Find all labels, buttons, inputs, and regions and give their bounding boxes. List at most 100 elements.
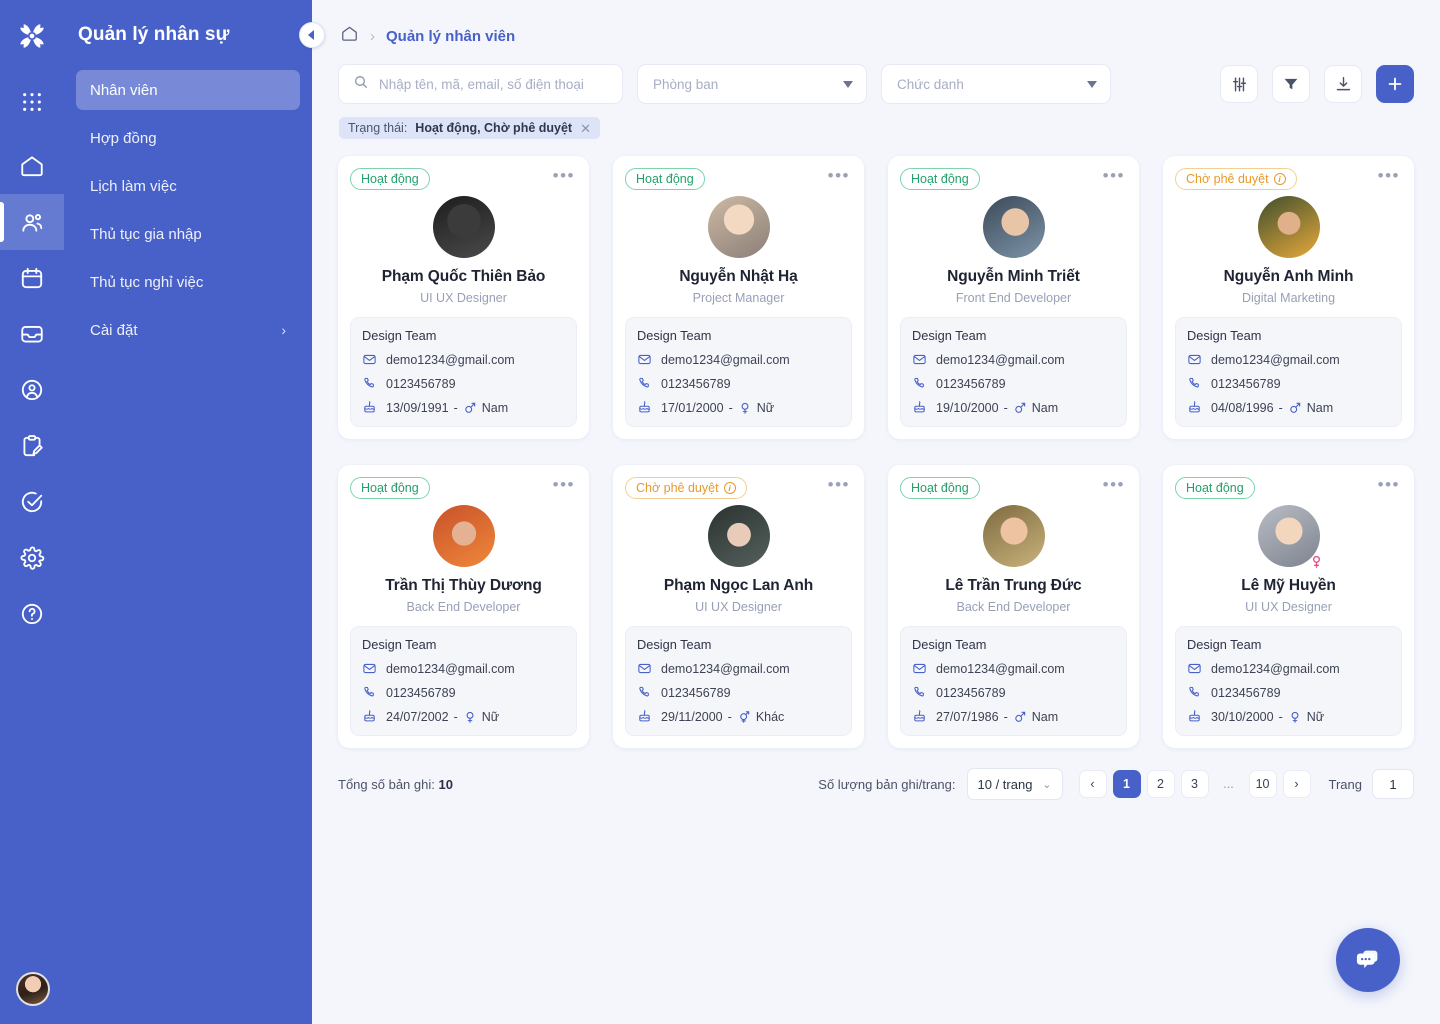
sidebar-item-cai-dat[interactable]: Cài đặt › (76, 310, 300, 350)
employee-team: Design Team (912, 637, 987, 652)
employee-card-grid: Hoạt động ••• Phạm Quốc Thiên Bảo UI UX Des… (312, 139, 1440, 748)
employee-birthday-row: 19/10/2000- Nam (912, 400, 1115, 415)
employee-birthday-row: 17/01/2000- Nữ (637, 400, 840, 415)
employee-details: Design Team demo1234@gmail.com 0123456789 1… (900, 317, 1127, 427)
card-menu-button[interactable]: ••• (1372, 167, 1402, 188)
birthday-gender-separator: - (1003, 709, 1008, 724)
pager-prev-button[interactable]: ‹ (1078, 770, 1107, 798)
card-menu-button[interactable]: ••• (1097, 167, 1127, 188)
sidebar-item-lich-lam-viec[interactable]: Lịch làm việc (76, 166, 300, 206)
search-box[interactable] (338, 64, 623, 104)
home-icon[interactable] (340, 24, 359, 48)
employee-email-row: demo1234@gmail.com (362, 661, 565, 676)
per-page-select[interactable]: 10 / trang ⌄ (966, 768, 1063, 800)
employee-card[interactable]: Chờ phê duyệt i ••• Phạm Ngọc Lan Anh UI UX … (613, 465, 864, 748)
rail-item-home[interactable] (0, 138, 64, 194)
employee-phone-row: 0123456789 (362, 685, 565, 700)
pager-page-3[interactable]: 3 (1180, 770, 1209, 798)
search-input[interactable] (379, 76, 608, 92)
avatar-wrapper (625, 196, 852, 258)
employee-name: Phạm Ngọc Lan Anh (663, 577, 814, 594)
rail-item-tasks[interactable] (0, 418, 64, 474)
chevron-right-icon: › (281, 322, 286, 338)
download-button[interactable] (1324, 65, 1362, 103)
department-select[interactable]: Phòng ban (637, 64, 867, 104)
card-menu-button[interactable]: ••• (547, 476, 577, 497)
sidebar-item-thu-tuc-nghi-viec[interactable]: Thủ tục nghỉ việc (76, 262, 300, 302)
avatar-wrapper (1175, 196, 1402, 258)
card-menu-button[interactable]: ••• (547, 167, 577, 188)
sidebar-collapse-button[interactable] (299, 22, 325, 48)
close-icon[interactable]: ✕ (580, 122, 591, 135)
employee-card[interactable]: Chờ phê duyệt i ••• Nguyễn Anh Minh Digital … (1163, 156, 1414, 439)
employee-name: Trần Thị Thùy Dương (385, 577, 542, 594)
mail-icon (363, 663, 376, 674)
rail-item-inbox[interactable] (0, 306, 64, 362)
birthday-cake-icon (639, 401, 650, 413)
employee-phone-row: 0123456789 (1187, 685, 1390, 700)
job-title-select[interactable]: Chức danh (881, 64, 1111, 104)
rail-item-calendar[interactable] (0, 250, 64, 306)
phone-icon (914, 377, 924, 388)
employee-gender: Nữ (756, 400, 775, 415)
info-icon[interactable]: i (1273, 173, 1286, 185)
employee-birthday: 29/11/2000 (661, 709, 723, 724)
birthday-cake-icon (914, 710, 925, 722)
phone-icon (364, 686, 374, 697)
pager-next-button[interactable]: › (1282, 770, 1311, 798)
pager-ellipsis: ... (1223, 777, 1234, 791)
card-menu-button[interactable]: ••• (1372, 476, 1402, 497)
status-badge: Hoạt động (1175, 477, 1255, 499)
pager-page-1[interactable]: 1 (1112, 770, 1141, 798)
sidebar-item-label: Cài đặt (90, 321, 138, 339)
avatar[interactable] (16, 972, 50, 1006)
status-badge: Hoạt động (350, 477, 430, 499)
apps-grid-icon[interactable] (10, 82, 54, 122)
sidebar-item-hop-dong[interactable]: Hợp đồng (76, 118, 300, 158)
employee-card[interactable]: Hoạt động ••• Lê Trần Trung Đức Back End De… (888, 465, 1139, 748)
pager-page-10[interactable]: 10 (1248, 770, 1277, 798)
rail-item-people[interactable] (0, 194, 64, 250)
filter-button[interactable] (1272, 65, 1310, 103)
employee-card[interactable]: Hoạt động ••• Lê Mỹ Huyền UI UX Designer Des… (1163, 465, 1414, 748)
employee-email-row: demo1234@gmail.com (1187, 352, 1390, 367)
status-filter-chip[interactable]: Trạng thái: Hoạt động, Chờ phê duyệt ✕ (339, 117, 600, 139)
employee-role: Digital Marketing (1241, 291, 1336, 305)
sidebar-item-nhan-vien[interactable]: Nhân viên (76, 70, 300, 110)
employee-card[interactable]: Hoạt động ••• Phạm Quốc Thiên Bảo UI UX Des… (338, 156, 589, 439)
status-badge: Chờ phê duyệt i (1175, 168, 1297, 190)
card-menu-button[interactable]: ••• (822, 476, 852, 497)
card-header: Hoạt động ••• (350, 476, 577, 499)
employee-card[interactable]: Hoạt động ••• Nguyễn Nhật Hạ Project Manage… (613, 156, 864, 439)
rail-item-help[interactable] (0, 586, 64, 642)
employee-gender: Nam (1306, 400, 1334, 415)
employee-gender: Khác (755, 709, 785, 724)
employee-avatar (432, 505, 495, 567)
employee-card[interactable]: Hoạt động ••• Nguyễn Minh Triết Front End D… (888, 156, 1139, 439)
employee-role: Back End Developer (956, 600, 1071, 614)
column-settings-button[interactable] (1220, 65, 1258, 103)
rail-item-profile[interactable] (0, 362, 64, 418)
chat-fab-button[interactable] (1336, 928, 1400, 992)
pager-page-2[interactable]: 2 (1146, 770, 1175, 798)
info-icon[interactable]: i (723, 482, 736, 494)
add-employee-button[interactable] (1376, 65, 1414, 103)
card-header: Chờ phê duyệt i ••• (1175, 167, 1402, 190)
employee-avatar (707, 505, 770, 567)
employee-card[interactable]: Hoạt động ••• Trần Thị Thùy Dương Back End … (338, 465, 589, 748)
employee-avatar (432, 196, 495, 258)
sidebar-item-thu-tuc-gia-nhap[interactable]: Thủ tục gia nhập (76, 214, 300, 254)
rail-item-settings[interactable] (0, 530, 64, 586)
chip-value: Hoạt động, Chờ phê duyệt (415, 121, 573, 135)
breadcrumb-current[interactable]: Quản lý nhân viên (386, 28, 515, 45)
mail-icon (363, 354, 376, 365)
chevron-down-icon: ⌄ (1042, 778, 1052, 791)
card-menu-button[interactable]: ••• (822, 167, 852, 188)
employee-birthday-row: 27/07/1986- Nam (912, 709, 1115, 724)
birthday-gender-separator: - (1278, 709, 1283, 724)
atom-logo-icon[interactable] (8, 12, 56, 60)
page-jump-input[interactable] (1372, 769, 1414, 799)
employee-phone: 0123456789 (661, 376, 731, 391)
rail-item-approvals[interactable] (0, 474, 64, 530)
card-menu-button[interactable]: ••• (1097, 476, 1127, 497)
